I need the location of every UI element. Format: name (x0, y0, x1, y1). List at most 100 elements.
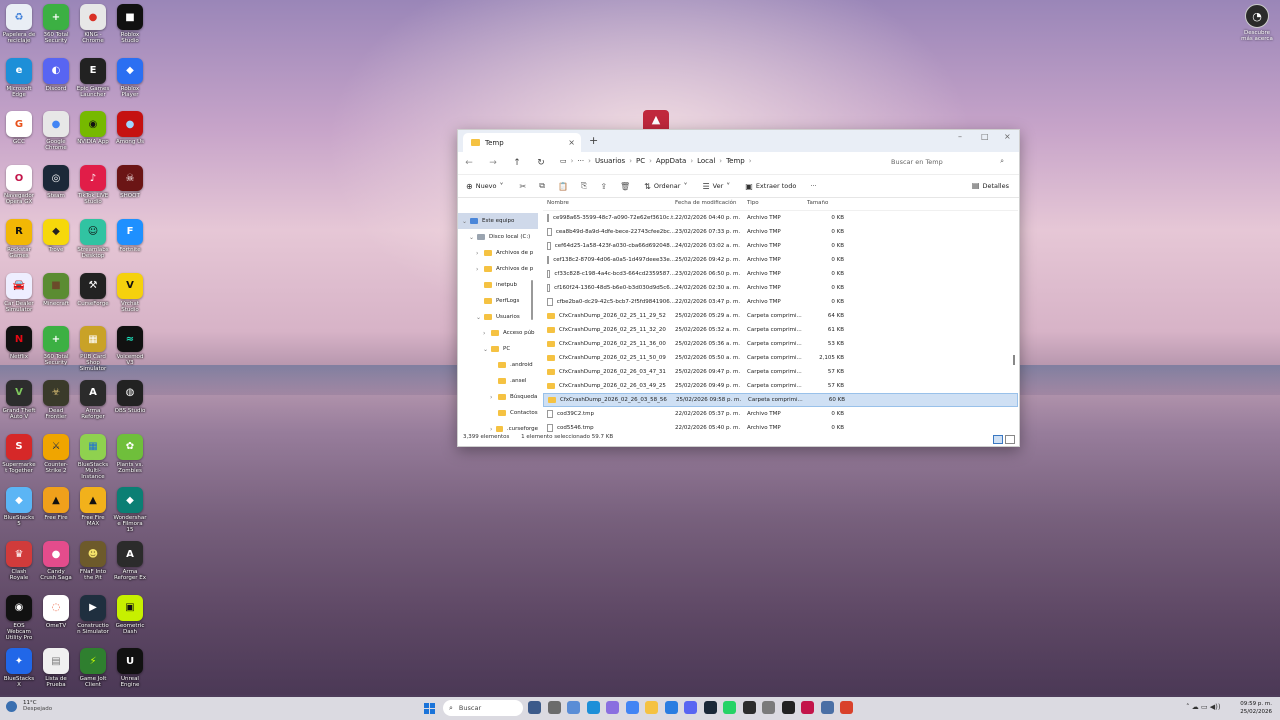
column-name[interactable]: Nombre (543, 200, 675, 206)
nav-item-android[interactable]: .android (458, 357, 538, 373)
taskbar-app-roblox-icon[interactable] (781, 701, 795, 714)
taskbar-app-gamepass-icon[interactable] (528, 701, 541, 714)
nav-item-usuarios[interactable]: ⌄ Usuarios (458, 309, 538, 325)
more-crumbs-icon[interactable]: ··· (577, 157, 584, 165)
chevron-icon[interactable]: › (476, 266, 484, 273)
tray-icons[interactable]: ˄ ☁ ▭ ◀)) (1186, 703, 1221, 711)
desktop-icon-among-us[interactable]: ● Among Us (113, 111, 147, 145)
desktop-icon-papelera-de-reciclaje[interactable]: ♻ Papelera de reciclaje (2, 4, 36, 44)
minimize-button[interactable]: – (958, 132, 962, 141)
desktop-icon-tiktok-live-studio[interactable]: ♪ TikTok LIVE Studio (76, 165, 110, 205)
nav-item-perflogs[interactable]: PerfLogs (458, 293, 538, 309)
nav-scrollbar[interactable] (531, 280, 533, 320)
nav-item-ansel[interactable]: .ansel (458, 373, 538, 389)
breadcrumb-appdata[interactable]: AppData (656, 157, 686, 165)
view-button[interactable]: ☰ Ver ˅ (702, 182, 733, 191)
desktop-icon-bluestacks-x[interactable]: ✦ BlueStacks X (2, 648, 36, 688)
nav-item-inetpub[interactable]: inetpub (458, 277, 538, 293)
new-button[interactable]: ⊕ Nuevo ˅ (466, 182, 507, 191)
taskbar-app-opera-icon[interactable] (801, 701, 814, 714)
tiles-view-button[interactable] (1005, 435, 1015, 444)
rename-icon[interactable]: ⎘ (581, 181, 587, 191)
new-tab-button[interactable]: + (589, 134, 598, 147)
desktop-icon-geometric-dash[interactable]: ▣ Geometric Dash (113, 594, 147, 635)
copy-icon[interactable]: ⧉ (539, 181, 545, 191)
taskbar-app-copilot-icon[interactable] (606, 701, 619, 714)
desktop-icon-lista-de-prueba[interactable]: ▤ Lista de Prueba (39, 648, 73, 688)
breadcrumb-usuarios[interactable]: Usuarios (595, 157, 625, 165)
desktop-icon-navegador-opera-gx[interactable]: O Navegador Opera GX (2, 165, 36, 205)
desktop-icon-eos-webcam-utility-pro[interactable]: ◉ EOS Webcam Utility Pro (2, 594, 36, 641)
desktop-icon-trove[interactable]: ◆ Trove (39, 218, 73, 253)
list-scrollbar[interactable] (1013, 355, 1015, 365)
search-input[interactable]: Buscar en Temp ⌕ (883, 154, 1010, 169)
desktop-icon-fnaf-into-the-pit[interactable]: ☻ FNaF Into the Pit (76, 541, 110, 581)
up-arrow-icon[interactable]: ↑ (510, 158, 524, 168)
desktop-icon-discord[interactable]: ◐ Discord (39, 57, 73, 92)
desktop-icon-rockstar-games[interactable]: R Rockstar Games (2, 218, 36, 259)
desktop-icon-netflix[interactable]: N Netflix (2, 326, 36, 360)
chevron-icon[interactable]: › (490, 394, 498, 401)
nav-item-acceso-p-b[interactable]: › Acceso púb (458, 325, 538, 341)
desktop-icon-vrchat-studio[interactable]: V Vrchat Studio (113, 272, 147, 313)
desktop-icon-curseforge[interactable]: ⚒ CurseForge (76, 272, 110, 307)
table-row[interactable]: cod39C2.tmp 22/02/2026 05:37 p. m. Archivo… (543, 407, 1018, 421)
delete-icon[interactable]: 🗑 (620, 182, 630, 191)
floating-app-icon[interactable]: ▲ (643, 110, 669, 130)
desktop-icon-streamlabs-desktop[interactable]: ☺ Streamlabs Desktop (76, 218, 110, 259)
nav-item-pc[interactable]: ⌄ PC (458, 341, 538, 357)
desktop-icon-steam[interactable]: ◎ Steam (39, 165, 73, 199)
taskbar-app-whatsapp-icon[interactable] (723, 701, 736, 714)
table-row[interactable]: CfxCrashDump_2026_02_26_03_49_25 25/02/20… (543, 379, 1018, 393)
back-arrow-icon[interactable]: ← (462, 158, 476, 168)
chevron-right-icon[interactable]: › (749, 157, 752, 165)
desktop-icon-google-chrome[interactable]: ● Google Chrome (39, 111, 73, 151)
refresh-icon[interactable]: ↻ (534, 158, 548, 168)
tab-temp[interactable]: Temp × (463, 133, 581, 152)
details-button[interactable]: ▤ Detalles (972, 181, 1009, 190)
taskbar-app-close-app-icon[interactable] (840, 701, 853, 714)
desktop-icon-obs-studio[interactable]: ◍ OBS Studio (113, 379, 147, 414)
taskbar-app-widgets-icon[interactable] (567, 701, 580, 714)
close-button[interactable]: × (1004, 132, 1011, 141)
desktop-icon-arma-reforger[interactable]: A Arma Reforger (76, 379, 110, 420)
desktop-icon-360-total-security[interactable]: +360 Total Security (39, 4, 73, 44)
table-row[interactable]: cef64d25-1a58-423f-a030-cba66d692048... 2… (543, 239, 1018, 253)
more-options-button[interactable]: ··· (810, 182, 816, 190)
desktop-icon-arma-reforger-ex[interactable]: A Arma Reforger Ex (113, 541, 147, 581)
desktop-icon-wondershare-filmora-15[interactable]: ◆ Wondershare Filmora 15 (113, 487, 147, 533)
table-row[interactable]: cf160f24-1360-48d5-b6e0-b3d030d9d5c6... 2… (543, 281, 1018, 295)
chevron-icon[interactable]: › (476, 250, 484, 257)
desktop-icon-voicemod-v3[interactable]: ≈ Voicemod V3 (113, 326, 147, 366)
taskbar-app-monitor-icon[interactable] (820, 701, 834, 714)
taskbar-app-discord-icon[interactable] (684, 701, 697, 714)
weather-widget[interactable]: 11°C Despejado (6, 700, 52, 712)
desktop-icon-descubre[interactable]: ◔ Descubre más acerca (1240, 4, 1274, 42)
desktop-icon-candy-crush-saga[interactable]: ● Candy Crush Saga (39, 541, 73, 581)
taskbar-app-steam-icon[interactable] (703, 701, 717, 714)
taskbar-search[interactable]: ⌕ Buscar (443, 700, 523, 716)
table-row[interactable]: CfxCrashDump_2026_02_25_11_32_20 25/02/20… (543, 323, 1018, 337)
desktop-icon-pub-card-shop-simulator[interactable]: ▦ PUB Card Shop Simulator (76, 326, 110, 372)
chevron-icon[interactable]: ⌄ (469, 234, 477, 241)
extract-all-button[interactable]: ▣ Extraer todo (745, 182, 796, 191)
details-view-button[interactable] (993, 435, 1003, 444)
desktop-icon-game-jolt-client[interactable]: ⚡ Game Jolt Client (76, 648, 110, 688)
desktop-icon-clash-royale[interactable]: ♛ Clash Royale (2, 541, 36, 581)
nav-item-contactos[interactable]: Contactos (458, 405, 538, 421)
table-row[interactable]: CfxCrashDump_2026_02_25_11_50_09 25/02/20… (543, 351, 1018, 365)
table-row[interactable]: cf33c828-c198-4a4c-bcd3-664cd2359587... 2… (543, 267, 1018, 281)
taskbar-app-explorer-icon[interactable] (645, 701, 658, 714)
taskbar-app-edge-icon[interactable] (586, 701, 600, 714)
nav-item-archivos-de-p[interactable]: › Archivos de p (458, 245, 538, 261)
desktop-icon-ometv[interactable]: ◌ OmeTV (39, 594, 73, 629)
breadcrumb[interactable]: ▭ › ··· › Usuarios › PC › AppData › Loca… (560, 152, 878, 170)
nav-item-disco-local-c[interactable]: ⌄ Disco local (C:) (458, 229, 538, 245)
paste-icon[interactable]: 📋 (558, 182, 568, 191)
desktop-icon-roblox-player[interactable]: ◆ Roblox Player (113, 57, 147, 98)
breadcrumb-pc[interactable]: PC (636, 157, 645, 165)
chevron-icon[interactable]: › (483, 330, 491, 337)
table-row[interactable]: cea8b49d-8a9d-4dfe-bece-22743cfee2bc... 2… (543, 225, 1018, 239)
table-row[interactable]: CfxCrashDump_2026_02_25_11_36_00 25/02/20… (543, 337, 1018, 351)
share-icon[interactable]: ⇪ (600, 182, 607, 191)
